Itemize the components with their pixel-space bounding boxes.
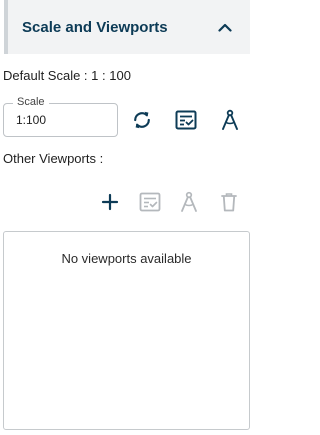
compass-icon [181,191,197,212]
scale-input[interactable] [16,113,112,127]
scale-field-label: Scale [13,96,49,108]
checklist-icon [139,192,161,212]
section-title: Scale and Viewports [22,18,168,36]
scale-field[interactable]: Scale [3,96,118,137]
scale-and-viewports-panel: Scale and Viewports Default Scale : 1 : … [0,0,257,435]
other-viewports-label: Other Viewports : [3,151,104,166]
empty-state-message: No viewports available [61,251,192,266]
measure-viewport-button[interactable] [176,189,202,215]
default-scale-row: Default Scale : 1 : 100 [3,68,131,83]
apply-scale-button[interactable] [173,107,199,133]
default-scale-value: 1 : 100 [91,68,131,83]
plus-icon [101,193,119,211]
refresh-scale-button[interactable] [129,107,155,133]
section-header[interactable]: Scale and Viewports [4,0,250,54]
viewports-list: No viewports available [3,231,250,430]
refresh-icon [134,111,150,129]
measure-scale-button[interactable] [217,107,243,133]
compass-icon [222,109,238,130]
apply-viewport-button[interactable] [137,189,163,215]
chevron-up-icon[interactable] [218,22,232,32]
checklist-icon [175,110,197,130]
add-viewport-button[interactable] [97,189,123,215]
trash-icon [221,193,237,212]
delete-viewport-button[interactable] [216,189,242,215]
default-scale-label: Default Scale : [3,68,88,83]
